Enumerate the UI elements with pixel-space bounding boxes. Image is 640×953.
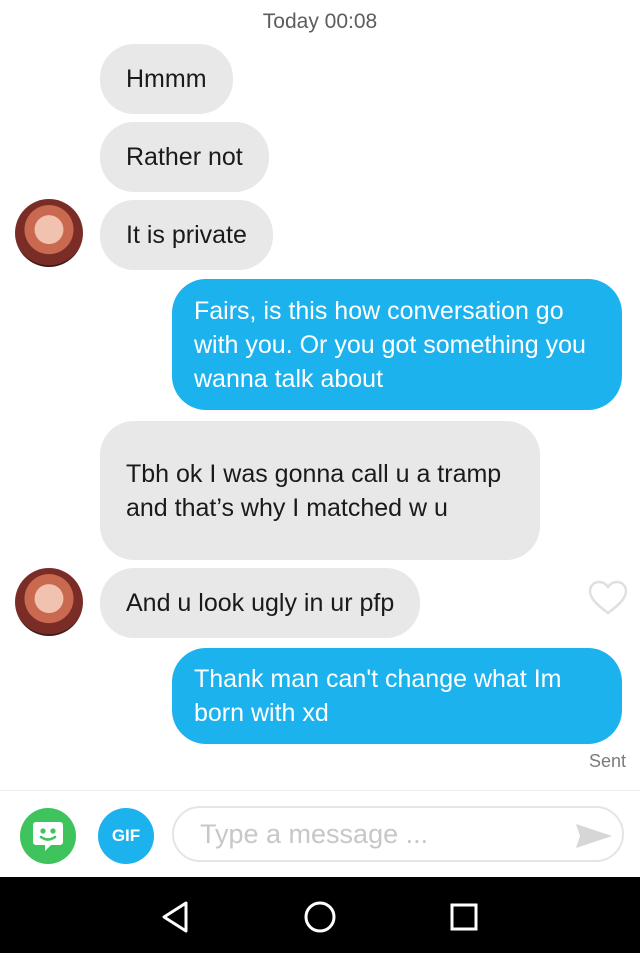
- chat-timestamp: Today 00:08: [262, 10, 378, 33]
- nav-recents-icon[interactable]: [446, 899, 482, 935]
- message-bubble-incoming[interactable]: It is private: [100, 200, 273, 270]
- message-composer: GIF: [0, 791, 640, 877]
- nav-home-icon[interactable]: [302, 899, 338, 935]
- nav-back-icon[interactable]: [158, 899, 194, 935]
- message-input[interactable]: [172, 806, 624, 862]
- message-bubble-incoming[interactable]: Tbh ok I was gonna call u a tramp and th…: [100, 421, 540, 560]
- message-status: Sent: [588, 751, 626, 771]
- match-avatar[interactable]: [15, 199, 83, 267]
- message-bubble-incoming[interactable]: Hmmm: [100, 44, 233, 114]
- gif-button[interactable]: GIF: [98, 808, 154, 864]
- bitmoji-button[interactable]: [20, 808, 76, 864]
- send-icon[interactable]: [574, 821, 614, 851]
- message-bubble-incoming[interactable]: And u look ugly in ur pfp: [100, 568, 421, 638]
- heart-icon[interactable]: [588, 580, 628, 616]
- bitmoji-icon: [33, 822, 63, 851]
- system-nav-bar: [0, 877, 640, 953]
- message-bubble-outgoing[interactable]: Fairs, is this how conversation go with …: [172, 279, 622, 410]
- message-bubble-incoming[interactable]: Rather not: [100, 122, 269, 192]
- message-bubble-outgoing[interactable]: Thank man can't change what Im born with…: [172, 648, 622, 744]
- match-avatar[interactable]: [15, 568, 83, 636]
